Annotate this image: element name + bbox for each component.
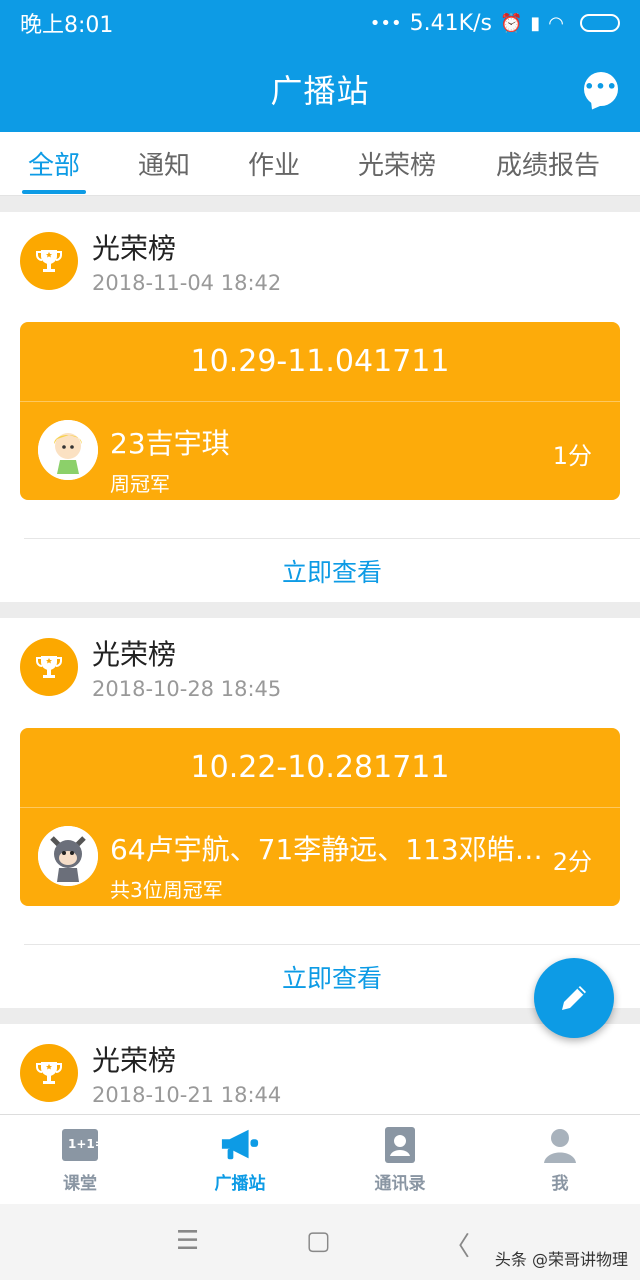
card-date: 2018-10-21 18:44 bbox=[92, 1083, 282, 1107]
tab-homework[interactable]: 作业 bbox=[248, 132, 300, 196]
compose-button[interactable] bbox=[534, 958, 614, 1038]
honor-banner[interactable]: 10.22-10.281711 64卢宇航、71李静远、113邓皓… 共3位周冠… bbox=[20, 728, 620, 906]
honor-period: 10.29-11.041711 bbox=[20, 322, 620, 402]
avatar bbox=[38, 420, 98, 480]
card-date: 2018-11-04 18:42 bbox=[92, 271, 282, 295]
app-bar: 广播站 ••• bbox=[0, 46, 640, 132]
feed-card: 光荣榜 2018-11-04 18:42 10.29-11.041711 23吉… bbox=[0, 212, 640, 602]
champion-subtitle: 周冠军 bbox=[110, 472, 170, 496]
svg-text:1+1=: 1+1= bbox=[68, 1137, 99, 1151]
status-bar: 晚上8:01 ••• 5.41K/s ⏰ ▮ ◠ bbox=[0, 0, 640, 46]
menu-button[interactable]: ☰ bbox=[176, 1226, 199, 1256]
card-date: 2018-10-28 18:45 bbox=[92, 677, 282, 701]
megaphone-icon bbox=[220, 1125, 260, 1165]
status-time: 晚上8:01 bbox=[20, 13, 114, 38]
profile-icon bbox=[540, 1125, 580, 1165]
avatar bbox=[38, 826, 98, 886]
tab-bar: 全部 通知 作业 光荣榜 成绩报告 bbox=[0, 132, 640, 196]
tab-honor-roll[interactable]: 光荣榜 bbox=[358, 132, 436, 196]
champion-score: 2分 bbox=[552, 848, 592, 876]
chat-bubble-icon[interactable]: ••• bbox=[584, 72, 618, 106]
contacts-icon bbox=[380, 1125, 420, 1165]
nav-contacts[interactable]: 通讯录 bbox=[320, 1115, 480, 1204]
classroom-icon: 1+1= bbox=[60, 1125, 100, 1165]
card-title: 光荣榜 bbox=[92, 1044, 177, 1077]
honor-period: 10.22-10.281711 bbox=[20, 728, 620, 808]
card-title: 光荣榜 bbox=[92, 232, 177, 265]
watermark-text: 头条 @荣哥讲物理 bbox=[494, 1250, 628, 1269]
notification-dots: ••• bbox=[369, 12, 402, 34]
network-speed: 5.41K/s bbox=[409, 10, 492, 36]
nav-me[interactable]: 我 bbox=[480, 1115, 640, 1204]
nav-classroom[interactable]: 1+1= 课堂 bbox=[0, 1115, 160, 1204]
feed-card: 光荣榜 2018-10-28 18:45 10.22-10.281711 64卢… bbox=[0, 618, 640, 1008]
champion-names: 23吉宇琪 bbox=[110, 427, 230, 460]
view-now-link[interactable]: 立即查看 bbox=[24, 538, 640, 602]
battery-icon bbox=[580, 14, 620, 32]
wifi-icon: ◠ bbox=[548, 12, 564, 34]
page-title: 广播站 bbox=[270, 72, 370, 110]
honor-banner[interactable]: 10.29-11.041711 23吉宇琪 周冠军 1分 bbox=[20, 322, 620, 500]
card-title: 光荣榜 bbox=[92, 638, 177, 671]
signal-icon: ▮ bbox=[530, 12, 541, 34]
home-button[interactable]: ▢ bbox=[306, 1226, 331, 1256]
trophy-icon bbox=[20, 232, 78, 290]
pencil-icon bbox=[562, 986, 586, 1010]
feed-card: 光荣榜 2018-10-21 18:44 bbox=[0, 1024, 640, 1114]
trophy-icon bbox=[20, 1044, 78, 1102]
nav-broadcast[interactable]: 广播站 bbox=[160, 1115, 320, 1204]
bottom-nav: 1+1= 课堂 广播站 通讯录 我 bbox=[0, 1114, 640, 1204]
tab-grade-report[interactable]: 成绩报告 bbox=[496, 132, 600, 196]
trophy-icon bbox=[20, 638, 78, 696]
tab-notice[interactable]: 通知 bbox=[138, 132, 190, 196]
champion-names: 64卢宇航、71李静远、113邓皓… bbox=[110, 833, 543, 866]
tab-all[interactable]: 全部 bbox=[21, 132, 87, 196]
champion-score: 1分 bbox=[552, 442, 592, 470]
alarm-icon: ⏰ bbox=[499, 12, 523, 34]
back-button[interactable]: 〈 bbox=[444, 1226, 470, 1263]
champion-subtitle: 共3位周冠军 bbox=[110, 878, 223, 902]
